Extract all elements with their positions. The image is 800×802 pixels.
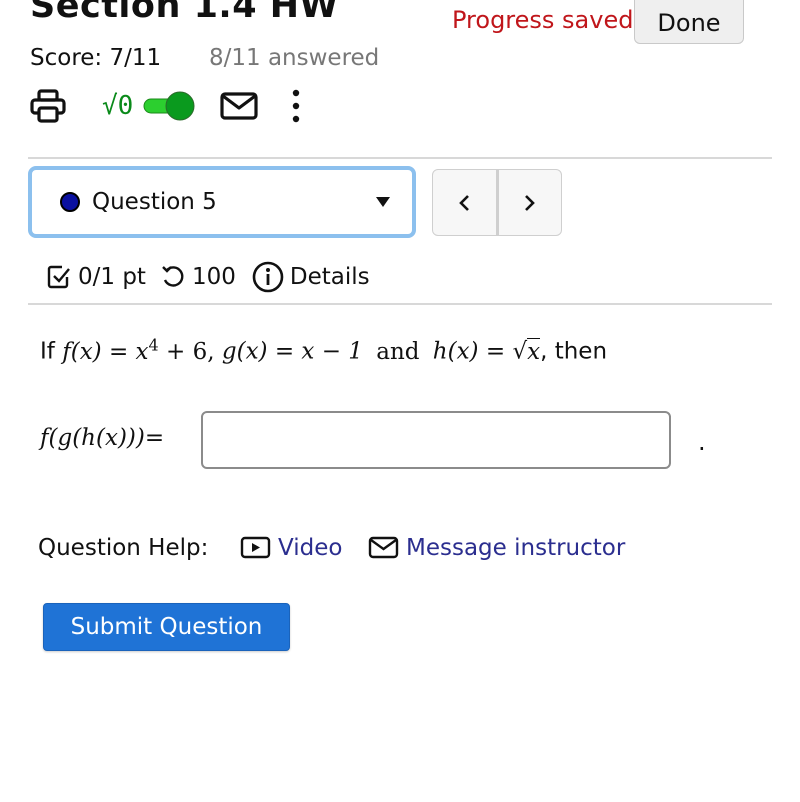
mail-icon — [368, 536, 399, 559]
question-nav-group — [432, 169, 562, 236]
progress-status: Progress saved — [452, 6, 634, 34]
g-definition: g(x) = x − 1 — [221, 338, 363, 365]
question-text: If f(x) = x4 + 6, g(x) = x − 1 and h(x) … — [40, 335, 608, 365]
chevron-right-icon — [524, 194, 535, 211]
h-definition: h(x) = √x — [432, 337, 541, 365]
page-title: Section 1.4 HW — [30, 0, 339, 26]
math-toggle-switch[interactable] — [142, 88, 198, 124]
caret-down-icon — [376, 197, 390, 207]
video-link[interactable]: Video — [240, 535, 342, 561]
points-text: 0/1 pt — [78, 264, 146, 290]
question-select[interactable]: Question 5 — [28, 166, 416, 238]
question-status-dot — [60, 192, 80, 212]
question-select-label: Question 5 — [92, 189, 217, 215]
submit-question-button[interactable]: Submit Question — [43, 603, 290, 651]
question-help-label: Question Help: — [38, 535, 209, 561]
retry-icon — [162, 266, 184, 287]
math-toggle-icon[interactable]: √0 — [102, 88, 133, 124]
next-question-button[interactable] — [499, 170, 562, 235]
answered-count: 8/11 answered — [209, 45, 380, 71]
answer-input[interactable] — [201, 411, 671, 469]
video-icon — [240, 536, 271, 559]
more-vertical-icon[interactable] — [290, 88, 302, 124]
chevron-left-icon — [459, 194, 470, 211]
prev-question-button[interactable] — [433, 170, 496, 235]
attempts-text: 100 — [191, 264, 236, 290]
checkbox-icon — [47, 265, 70, 289]
divider — [28, 303, 772, 305]
details-link[interactable]: Details — [252, 261, 370, 293]
info-icon — [252, 261, 284, 293]
answer-prompt: f(g(h(x)))= — [40, 425, 165, 451]
message-instructor-link[interactable]: Message instructor — [368, 535, 625, 561]
mail-icon[interactable] — [220, 88, 258, 124]
divider — [28, 157, 772, 159]
f-definition: f(x) = x4 + 6, — [62, 335, 215, 365]
score-text: Score: 7/11 — [30, 45, 162, 71]
period: . — [698, 428, 706, 456]
printer-icon[interactable] — [30, 88, 66, 124]
done-button[interactable]: Done — [634, 0, 744, 44]
question-meta: 0/1 pt 100 Details — [46, 258, 370, 296]
